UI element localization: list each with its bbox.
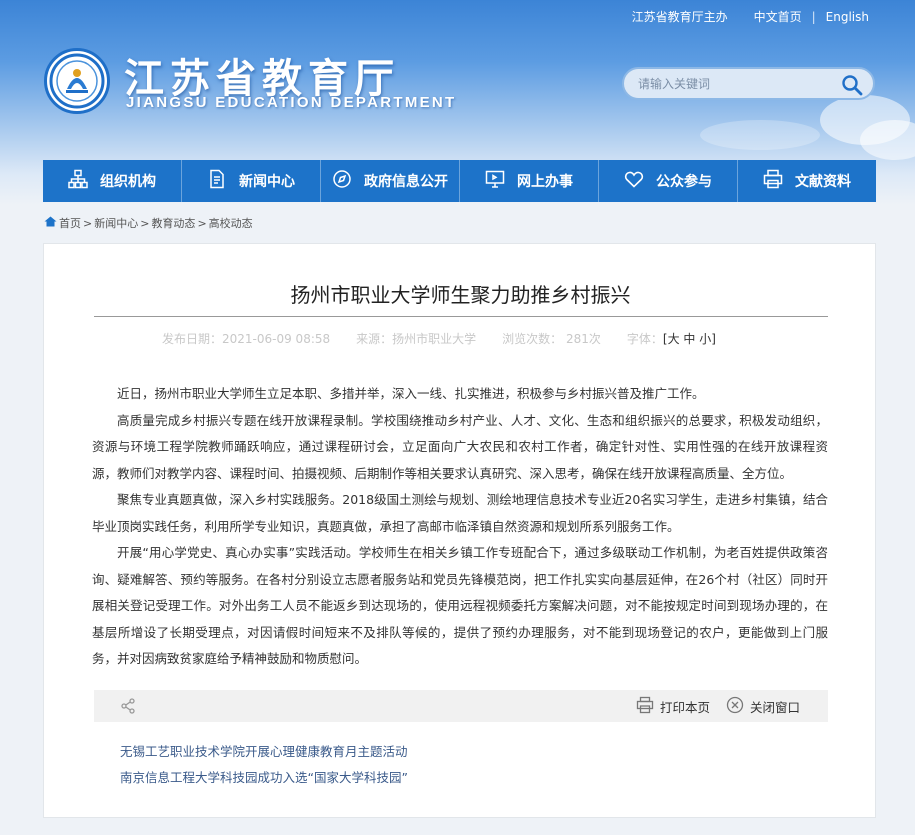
close-window-button[interactable]: 关闭窗口 [726, 696, 800, 717]
nav-item-documents[interactable]: 文献资料 [738, 160, 876, 202]
home-icon [44, 216, 57, 230]
cloud-decoration [860, 120, 915, 160]
nav-label: 政府信息公开 [364, 174, 448, 190]
link-divider: | [811, 9, 816, 24]
compass-icon [332, 169, 352, 193]
article-meta: 发布日期：2021-06-09 08:58 来源：扬州市职业大学 浏览次数： 2… [162, 330, 716, 347]
site-title-en: JIANGSU EDUCATION DEPARTMENT [126, 94, 457, 111]
nav-item-online-services[interactable]: 网上办事 [460, 160, 599, 202]
search-box [622, 67, 875, 100]
nav-label: 公众参与 [656, 174, 712, 190]
english-link[interactable]: English [826, 10, 869, 24]
article-paragraph: 近日，扬州市职业大学师生立足本职、多措并举，深入一线、扎实推进，积极参与乡村振兴… [117, 386, 705, 401]
close-label: 关闭窗口 [750, 700, 801, 715]
monitor-icon [485, 169, 505, 193]
nav-label: 新闻中心 [239, 174, 295, 190]
article-body: 近日，扬州市职业大学师生立足本职、多措并举，深入一线、扎实推进，积极参与乡村振兴… [92, 381, 828, 673]
font-size-label: 字体： [626, 332, 663, 346]
breadcrumb-separator: > [140, 216, 150, 230]
nav-item-gov-info[interactable]: 政府信息公开 [321, 160, 460, 202]
nav-label: 文献资料 [795, 174, 851, 190]
sponsor-link[interactable]: 江苏省教育厅主办 [632, 8, 728, 25]
cloud-decoration [700, 120, 820, 150]
article-title: 扬州市职业大学师生聚力助推乡村振兴 [290, 283, 631, 307]
nav-item-news[interactable]: 新闻中心 [182, 160, 321, 202]
department-emblem-icon[interactable] [44, 48, 110, 114]
org-chart-icon [68, 169, 88, 193]
print-label: 打印本页 [660, 700, 711, 715]
close-icon [726, 696, 744, 717]
share-icon[interactable] [120, 698, 136, 718]
article-paragraph: 开展“用心学党史、真心办实事”实践活动。学校师生在相关乡镇工作专班配合下，通过多… [92, 545, 828, 666]
font-size-control: 字体：[大 中 小] [627, 330, 716, 347]
article-paragraph: 高质量完成乡村振兴专题在线开放课程录制。学校围绕推动乡村产业、人才、文化、生态和… [92, 412, 828, 481]
publish-date: 发布日期：2021-06-09 08:58 [162, 332, 331, 346]
title-divider [94, 316, 828, 317]
article-paragraph: 聚焦专业真题真做，深入乡村实践服务。2018级国土测绘与规划、测绘地理信息技术专… [92, 492, 828, 534]
breadcrumb-news-center[interactable]: 新闻中心 [94, 215, 138, 231]
printer-icon [636, 696, 654, 717]
breadcrumb-education-news[interactable]: 教育动态 [151, 215, 195, 231]
search-input[interactable] [638, 76, 838, 91]
main-nav: 组织机构 新闻中心 政府信息公开 网上办事 公众参与 文献资料 [43, 160, 876, 202]
printer-icon [763, 169, 783, 193]
print-button[interactable]: 打印本页 [636, 696, 710, 717]
document-icon [207, 169, 227, 193]
article-toolbar: 打印本页 关闭窗口 [94, 690, 828, 722]
article-panel: 扬州市职业大学师生聚力助推乡村振兴 发布日期：2021-06-09 08:58 … [43, 243, 876, 818]
related-article-link[interactable]: 南京信息工程大学科技园成功入选“国家大学科技园” [120, 765, 408, 791]
breadcrumb: 首页 > 新闻中心 > 教育动态 > 高校动态 [44, 215, 253, 231]
top-links: 江苏省教育厅主办 中文首页 | English [632, 8, 869, 25]
view-count: 浏览次数： 281次 [502, 332, 601, 346]
heart-icon [624, 169, 644, 193]
nav-label: 网上办事 [517, 174, 573, 190]
nav-item-organization[interactable]: 组织机构 [43, 160, 182, 202]
related-article-link[interactable]: 无锡工艺职业技术学院开展心理健康教育月主题活动 [120, 739, 408, 765]
search-icon[interactable] [841, 74, 863, 100]
related-articles: 无锡工艺职业技术学院开展心理健康教育月主题活动 南京信息工程大学科技园成功入选“… [120, 739, 408, 791]
nav-label: 组织机构 [100, 174, 156, 190]
breadcrumb-university-news[interactable]: 高校动态 [209, 215, 253, 231]
nav-item-public-participation[interactable]: 公众参与 [599, 160, 738, 202]
breadcrumb-separator: > [83, 216, 93, 230]
article-source: 来源：扬州市职业大学 [356, 332, 477, 346]
chinese-home-link[interactable]: 中文首页 [754, 8, 802, 25]
font-size-options[interactable]: [大 中 小] [663, 332, 716, 346]
breadcrumb-home[interactable]: 首页 [59, 215, 81, 231]
breadcrumb-separator: > [197, 216, 207, 230]
